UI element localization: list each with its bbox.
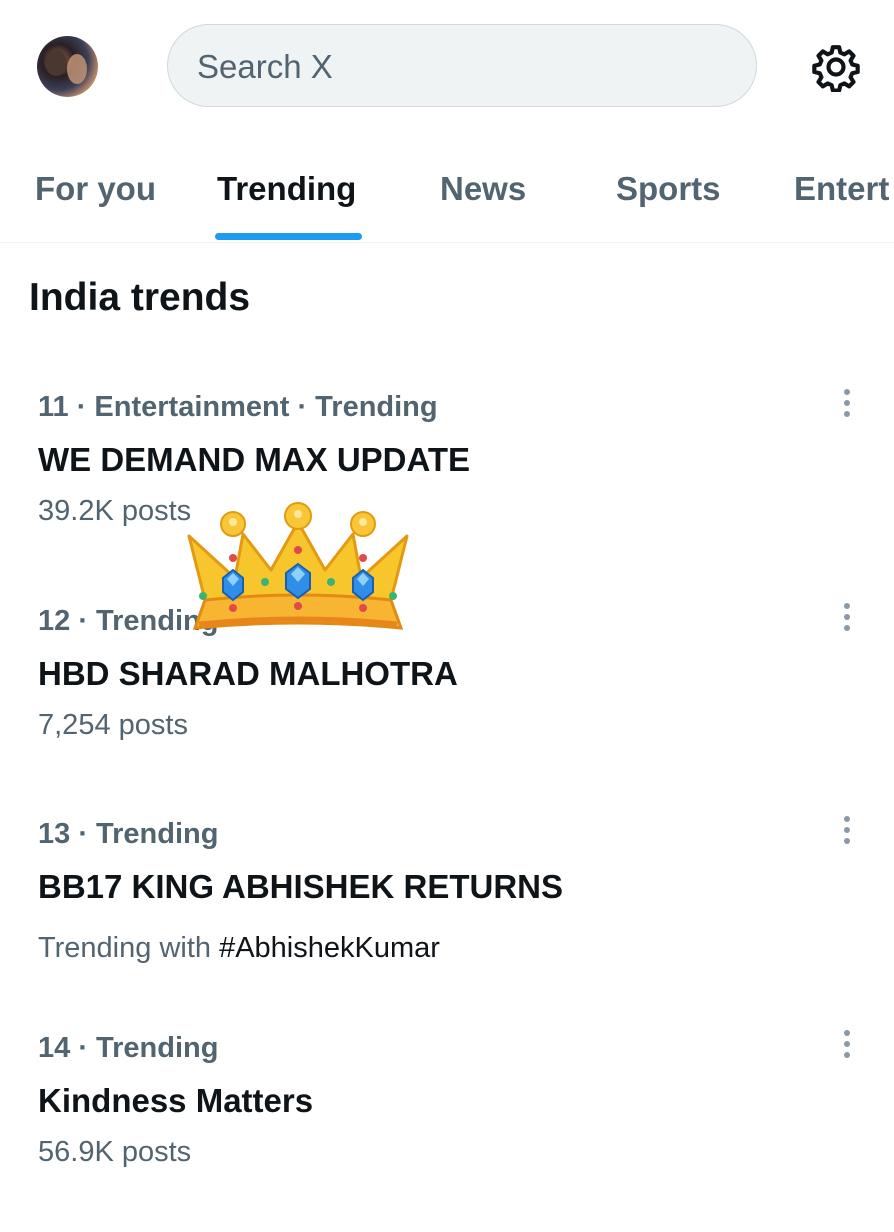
trend-post-count: 39.2K posts xyxy=(38,495,192,527)
trending-with-label: Trending with xyxy=(38,932,212,964)
trend-meta: 11 · Entertainment · Trending xyxy=(38,391,438,423)
trend-item[interactable]: 12 · Trending HBD SHARAD MALHOTRA 7,254 … xyxy=(0,603,894,805)
trend-name: Kindness Matters xyxy=(38,1082,314,1119)
search-input[interactable]: Search X xyxy=(167,24,757,107)
crown-emoji xyxy=(187,502,409,630)
trending-with: Trending with #AbhishekKumar xyxy=(38,932,440,965)
trend-post-count: 7,254 posts xyxy=(38,709,188,741)
tab-trending[interactable]: Trending xyxy=(217,170,356,208)
tab-bar: For you Trending News Sports Entert xyxy=(0,135,894,243)
active-tab-indicator xyxy=(215,233,362,240)
tab-news[interactable]: News xyxy=(440,170,526,208)
tab-entertainment[interactable]: Entert xyxy=(794,170,889,208)
top-bar: Search X xyxy=(0,0,894,135)
trend-post-count: 56.9K posts xyxy=(38,1136,192,1168)
section-title: India trends xyxy=(29,276,251,319)
tab-for-you[interactable]: For you xyxy=(35,170,156,208)
tab-sports[interactable]: Sports xyxy=(616,170,721,208)
more-vertical-icon[interactable] xyxy=(838,816,856,850)
search-placeholder: Search X xyxy=(197,48,333,85)
trend-item[interactable]: 11 · Entertainment · Trending WE DEMAND … xyxy=(0,389,894,591)
trend-name: WE DEMAND MAX UPDATE xyxy=(38,441,471,478)
trending-with-hashtag[interactable]: #AbhishekKumar xyxy=(219,932,440,964)
trend-item[interactable]: 13 · Trending BB17 KING ABHISHEK RETURNS… xyxy=(0,816,894,1018)
trend-name: BB17 KING ABHISHEK RETURNS xyxy=(38,868,564,905)
more-vertical-icon[interactable] xyxy=(838,389,856,423)
profile-avatar[interactable] xyxy=(37,36,98,97)
gear-icon[interactable] xyxy=(811,42,861,92)
more-vertical-icon[interactable] xyxy=(838,1030,856,1064)
trend-meta: 14 · Trending xyxy=(38,1032,219,1064)
trend-item[interactable]: 14 · Trending Kindness Matters 56.9K pos… xyxy=(0,1030,894,1232)
trend-name: HBD SHARAD MALHOTRA xyxy=(38,655,458,692)
trend-meta: 13 · Trending xyxy=(38,818,219,850)
more-vertical-icon[interactable] xyxy=(838,603,856,637)
